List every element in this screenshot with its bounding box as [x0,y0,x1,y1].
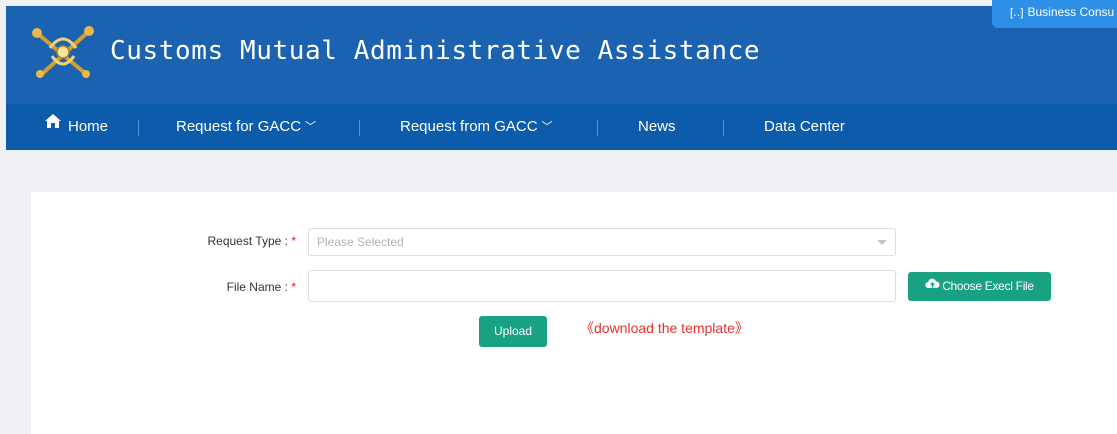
chat-icon: [‥] [1010,7,1024,19]
nav-request-from-gacc-label: Request from GACC [400,118,538,135]
choose-excel-file-button[interactable]: Choose Execl File [908,272,1051,301]
nav-divider [359,120,360,136]
required-mark: * [291,234,296,248]
file-name-label-text: File Name : [226,280,288,294]
cloud-upload-icon [925,271,940,300]
nav-request-from-gacc[interactable]: Request from GACC ﹀ [400,104,553,150]
chevron-down-icon: ﹀ [305,121,317,133]
site-header: Customs Mutual Administrative Assistance [6,6,1117,104]
nav-divider [597,120,598,136]
dropdown-caret-icon [877,240,887,245]
upload-button[interactable]: Upload [479,316,547,347]
nav-request-for-gacc-label: Request for GACC [176,118,302,135]
customs-emblem-icon [28,22,98,82]
request-type-label-text: Request Type : [207,234,288,248]
chevron-down-icon: ﹀ [541,121,553,133]
nav-news[interactable]: News [638,104,676,150]
nav-data-center[interactable]: Data Center [764,104,845,150]
nav-divider [723,120,724,136]
nav-home-label: Home [68,118,109,135]
nav-divider [138,120,139,136]
file-name-label: File Name : * [176,280,296,294]
business-consult-button[interactable]: [‥] Business Consu [992,0,1117,28]
business-consult-label: Business Consu [1027,5,1115,19]
request-type-placeholder: Please Selected [317,235,404,249]
nav-request-for-gacc[interactable]: Request for GACC ﹀ [176,104,316,150]
nav-news-label: News [638,118,676,135]
download-template-link[interactable]: 《download the template》 [580,318,749,338]
request-type-label: Request Type : * [176,234,296,248]
file-name-input[interactable] [308,270,896,302]
request-type-select[interactable]: Please Selected [308,228,896,256]
nav-home[interactable]: Home [44,104,108,150]
site-title: Customs Mutual Administrative Assistance [110,36,761,66]
main-nav: Home Request for GACC ﹀ Request from GACC… [6,104,1117,150]
choose-excel-file-label: Choose Execl File [942,279,1034,293]
nav-data-center-label: Data Center [764,118,845,135]
required-mark: * [291,280,296,294]
home-icon [44,102,62,148]
